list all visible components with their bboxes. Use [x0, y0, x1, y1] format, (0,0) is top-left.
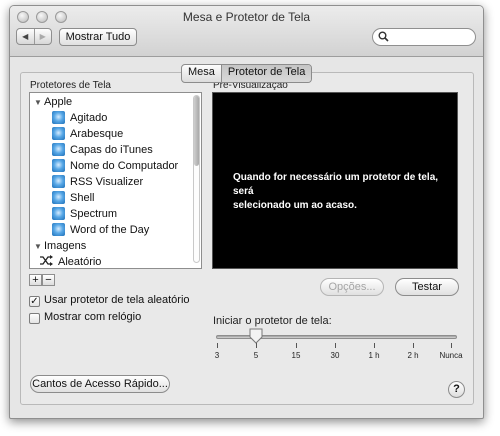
- tab-bar: Mesa Protetor de Tela: [181, 64, 313, 83]
- list-item[interactable]: RSS Visualizer: [52, 175, 143, 190]
- show-clock-checkbox[interactable]: [29, 313, 40, 324]
- disclosure-triangle-icon[interactable]: ▼: [34, 95, 44, 110]
- options-button[interactable]: Opções...: [320, 278, 384, 296]
- screensaver-list[interactable]: ▼ Apple Agitado Arabesque Capas do iTunes…: [29, 92, 202, 269]
- tick-label: Nunca: [439, 351, 463, 360]
- tick-label: 3: [214, 351, 220, 360]
- list-item[interactable]: Shell: [52, 191, 94, 206]
- forward-icon[interactable]: ▶: [33, 29, 52, 44]
- search-input[interactable]: [372, 28, 476, 46]
- tick-mark: [373, 343, 375, 348]
- show-all-button[interactable]: Mostrar Tudo: [59, 28, 137, 46]
- remove-screensaver-button[interactable]: −: [42, 274, 55, 286]
- screensaver-icon: [52, 159, 65, 172]
- tick-label: 1 h: [368, 351, 380, 360]
- tick-label: 2 h: [407, 351, 419, 360]
- title-bar: Mesa e Protetor de Tela ◀ ▶ Mostrar Tudo: [10, 6, 483, 57]
- scrollbar-thumb[interactable]: [194, 96, 199, 166]
- history-nav: ◀ ▶: [16, 28, 52, 45]
- screensavers-list-label: Protetores de Tela: [30, 80, 111, 91]
- disclosure-triangle-icon[interactable]: ▼: [34, 239, 44, 254]
- list-group-apple[interactable]: ▼ Apple: [34, 95, 72, 110]
- preview-area: Quando for necessário um protetor de tel…: [212, 92, 458, 269]
- list-scrollbar[interactable]: [193, 95, 200, 263]
- screensaver-icon: [52, 111, 65, 124]
- preview-message: Quando for necessário um protetor de tel…: [233, 172, 439, 211]
- screensaver-icon: [52, 207, 65, 220]
- random-screensaver-label: Usar protetor de tela aleatório: [44, 294, 190, 306]
- tab-protetor-de-tela[interactable]: Protetor de Tela: [220, 65, 312, 82]
- screensaver-icon: [52, 127, 65, 140]
- hot-corners-button[interactable]: Cantos de Acesso Rápido...: [30, 375, 170, 393]
- list-group-imagens[interactable]: ▼ Imagens: [34, 239, 86, 254]
- list-item[interactable]: Word of the Day: [52, 223, 149, 238]
- back-icon[interactable]: ◀: [17, 29, 34, 44]
- test-button[interactable]: Testar: [395, 278, 459, 296]
- tick-mark: [450, 343, 452, 348]
- tick-label: 30: [330, 351, 340, 360]
- list-item[interactable]: Agitado: [52, 111, 107, 126]
- help-button[interactable]: ?: [448, 381, 465, 398]
- window-title: Mesa e Protetor de Tela: [182, 10, 311, 24]
- list-item[interactable]: Spectrum: [52, 207, 117, 222]
- list-item-random[interactable]: Aleatório: [40, 255, 101, 268]
- list-item[interactable]: Arabesque: [52, 127, 123, 142]
- screensaver-icon: [52, 191, 65, 204]
- preferences-window: Mesa e Protetor de Tela ◀ ▶ Mostrar Tudo…: [9, 5, 484, 419]
- tick-label: 15: [291, 351, 301, 360]
- list-item[interactable]: Capas do iTunes: [52, 143, 153, 158]
- tab-mesa[interactable]: Mesa: [182, 65, 221, 82]
- tick-label: 5: [253, 351, 259, 360]
- tick-mark: [412, 343, 414, 348]
- show-clock-label: Mostrar com relógio: [44, 311, 142, 323]
- slider-label: Iniciar o protetor de tela:: [213, 315, 332, 327]
- tick-mark: [334, 343, 336, 348]
- tick-mark: [216, 343, 218, 348]
- search-icon: [378, 31, 389, 42]
- add-screensaver-button[interactable]: +: [29, 274, 42, 286]
- screensaver-icon: [52, 143, 65, 156]
- screensaver-icon: [52, 223, 65, 236]
- random-screensaver-checkbox[interactable]: ✓: [29, 296, 40, 307]
- tick-mark: [255, 343, 257, 348]
- screensaver-icon: [52, 175, 65, 188]
- tick-mark: [295, 343, 297, 348]
- start-slider-knob[interactable]: [249, 328, 263, 344]
- list-item[interactable]: Nome do Computador: [52, 159, 178, 174]
- shuffle-icon: [40, 255, 53, 266]
